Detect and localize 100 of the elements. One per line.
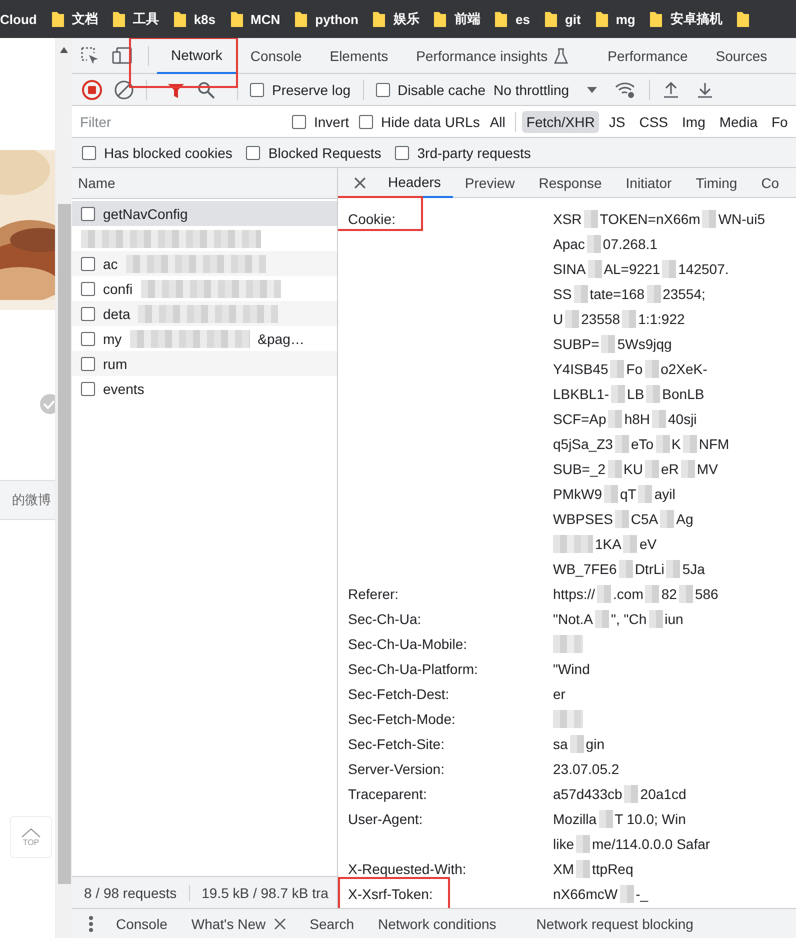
- panel-tab[interactable]: Performance insights: [402, 38, 582, 74]
- close-icon[interactable]: [274, 918, 286, 930]
- option-checkbox[interactable]: 3rd-party requests: [395, 144, 531, 160]
- disable-cache-checkbox[interactable]: Disable cache: [376, 82, 486, 98]
- bookmark[interactable]: 娱乐: [373, 10, 420, 28]
- bookmark[interactable]: git: [544, 11, 581, 27]
- row-checkbox[interactable]: [81, 356, 95, 370]
- panel-tab[interactable]: Elements: [316, 38, 402, 74]
- download-icon[interactable]: [696, 80, 714, 98]
- select-element-icon[interactable]: [80, 46, 100, 66]
- panel-tab[interactable]: Network: [157, 38, 236, 74]
- header-value: 5Ja: [682, 560, 705, 576]
- drawer-tab[interactable]: Console: [116, 916, 168, 932]
- header-value: LB: [627, 386, 644, 402]
- row-checkbox[interactable]: [81, 282, 95, 296]
- hide-data-urls-checkbox[interactable]: Hide data URLs: [359, 114, 480, 130]
- header-name: Sec-Fetch-Site:: [348, 736, 444, 752]
- detail-tab[interactable]: Preview: [452, 168, 527, 198]
- stop-recording-icon[interactable]: [82, 80, 102, 100]
- request-name[interactable]: deta: [103, 306, 130, 322]
- redaction-mosaic: [623, 534, 638, 552]
- bookmark[interactable]: Cloud: [0, 12, 37, 26]
- scroll-up-arrow-icon[interactable]: [59, 46, 69, 54]
- row-checkbox[interactable]: [81, 382, 95, 396]
- type-filter-button[interactable]: Media: [715, 110, 762, 132]
- request-name[interactable]: my: [103, 330, 122, 346]
- drawer-tab[interactable]: What's New: [191, 916, 266, 932]
- bookmark[interactable]: 安卓搞机: [650, 10, 722, 28]
- drawer-tab[interactable]: Network request blocking: [536, 916, 694, 932]
- redaction-mosaic: [597, 584, 612, 602]
- bookmark[interactable]: k8s: [174, 11, 216, 27]
- request-name[interactable]: confi: [103, 280, 133, 296]
- close-icon[interactable]: [354, 176, 366, 188]
- invert-checkbox[interactable]: Invert: [292, 114, 350, 130]
- wifi-gear-icon[interactable]: [615, 80, 638, 98]
- type-filter-button[interactable]: Fetch/XHR: [522, 110, 599, 132]
- more-menu-icon[interactable]: [88, 916, 94, 932]
- row-checkbox[interactable]: [81, 206, 95, 220]
- folder-icon: [650, 11, 662, 27]
- scrollbar-thumb[interactable]: [58, 204, 70, 884]
- throttling-dropdown[interactable]: No throttling: [494, 82, 598, 98]
- transfer-size: 19.5 kB / 98.7 kB tra: [202, 884, 328, 900]
- redaction-mosaic: [588, 260, 602, 278]
- header-value: a57d433cb: [553, 786, 622, 802]
- redaction-mosaic: [601, 334, 616, 352]
- folder-icon: [52, 11, 64, 27]
- bookmark[interactable]: 前端: [434, 10, 480, 28]
- panel-tab[interactable]: Console: [236, 38, 316, 74]
- detail-tab[interactable]: Timing: [684, 168, 750, 198]
- redaction-mosaic: [553, 534, 593, 552]
- detail-tab[interactable]: Headers: [376, 168, 453, 198]
- header-value: KU: [624, 460, 643, 476]
- preserve-log-checkbox[interactable]: Preserve log: [250, 82, 351, 98]
- row-checkbox[interactable]: [81, 332, 95, 346]
- bookmark[interactable]: mg: [596, 11, 636, 27]
- type-filter-button[interactable]: All: [486, 110, 510, 132]
- redaction-mosaic: [610, 360, 624, 378]
- header-value: Apac: [553, 236, 585, 252]
- request-name[interactable]: ac: [103, 256, 118, 272]
- redaction-mosaic: [662, 260, 676, 278]
- detail-tab[interactable]: Initiator: [614, 168, 684, 198]
- header-value: XM: [553, 860, 574, 876]
- header-value: 1:1:922: [638, 310, 685, 326]
- upload-icon[interactable]: [662, 80, 680, 98]
- type-filter-button[interactable]: JS: [604, 110, 630, 132]
- drawer-tab[interactable]: Network conditions: [378, 916, 496, 932]
- folder-icon: [174, 11, 186, 27]
- redaction-mosaic: [576, 834, 590, 852]
- folder-icon: [434, 11, 446, 27]
- request-name[interactable]: rum: [103, 356, 128, 372]
- header-value: Y4ISB45: [553, 360, 608, 376]
- type-filter-button[interactable]: Fo: [768, 110, 792, 132]
- option-checkbox[interactable]: Blocked Requests: [246, 144, 382, 160]
- type-filter-button[interactable]: Img: [678, 110, 710, 132]
- panel-tab[interactable]: Sources: [702, 38, 782, 74]
- redaction-mosaic: [622, 310, 636, 328]
- option-checkbox[interactable]: Has blocked cookies: [82, 144, 232, 160]
- type-filter-button[interactable]: CSS: [635, 110, 672, 132]
- header-name: User-Agent:: [348, 810, 423, 826]
- row-checkbox[interactable]: [81, 256, 95, 270]
- drawer-tab[interactable]: Search: [310, 916, 354, 932]
- header-value: 20a1cd: [640, 786, 686, 802]
- bookmark[interactable]: es: [495, 11, 530, 27]
- bookmark[interactable]: 文档: [52, 10, 98, 28]
- row-checkbox[interactable]: [81, 306, 95, 320]
- search-icon[interactable]: [197, 80, 215, 98]
- bookmark[interactable]: MCN: [230, 11, 280, 27]
- request-name[interactable]: &pag…: [258, 330, 304, 346]
- header-value: q5jSa_Z3: [553, 436, 613, 452]
- column-header[interactable]: Name: [72, 168, 337, 199]
- bookmark[interactable]: python: [295, 11, 358, 27]
- header-value: 23554;: [662, 286, 706, 302]
- detail-tab[interactable]: Co: [749, 168, 792, 198]
- request-name[interactable]: events: [103, 380, 144, 396]
- detail-tab[interactable]: Response: [526, 168, 614, 198]
- device-toolbar-icon[interactable]: [112, 46, 134, 66]
- clear-icon[interactable]: [114, 80, 134, 100]
- header-value: C5A: [630, 510, 658, 526]
- panel-tab[interactable]: Performance: [594, 38, 702, 74]
- bookmark[interactable]: 工具: [112, 10, 159, 28]
